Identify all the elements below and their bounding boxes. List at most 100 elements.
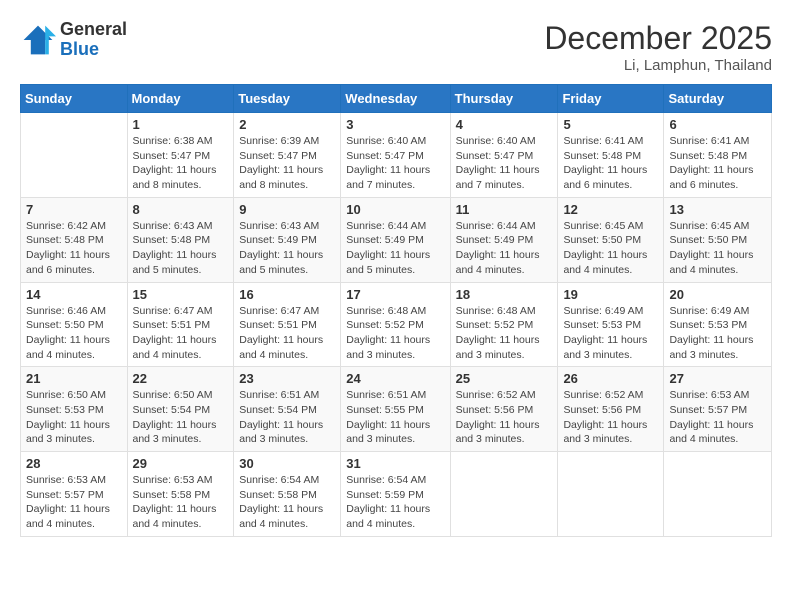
calendar-cell: 3Sunrise: 6:40 AMSunset: 5:47 PMDaylight… [341, 113, 450, 198]
calendar-cell: 24 Sunrise: 6:51 AMSunset: 5:55 PMDayligh… [341, 367, 450, 452]
day-info: Sunrise: 6:53 AMSunset: 5:57 PMDaylight:… [669, 388, 766, 447]
day-number: 17 [346, 287, 444, 302]
calendar-cell [558, 452, 664, 537]
day-number: 21 [26, 371, 122, 386]
day-number: 30 [239, 456, 335, 471]
calendar-cell: 5 Sunrise: 6:41 AMSunset: 5:48 PMDaylight… [558, 113, 664, 198]
day-header-wednesday: Wednesday [341, 85, 450, 113]
calendar-cell [21, 113, 128, 198]
day-number: 14 [26, 287, 122, 302]
day-info: Sunrise: 6:53 AMSunset: 5:57 PMDaylight:… [26, 473, 122, 532]
day-number: 3 [346, 117, 444, 132]
calendar-cell: 22 Sunrise: 6:50 AMSunset: 5:54 PMDayligh… [127, 367, 234, 452]
day-number: 24 [346, 371, 444, 386]
day-number: 7 [26, 202, 122, 217]
calendar-cell: 28Sunrise: 6:53 AMSunset: 5:57 PMDayligh… [21, 452, 128, 537]
day-info: Sunrise: 6:45 AMSunset: 5:50 PMDaylight:… [563, 219, 658, 278]
day-info: Sunrise: 6:52 AMSunset: 5:56 PMDaylight:… [456, 388, 553, 447]
location: Li, Lamphun, Thailand [544, 57, 772, 74]
logo: General Blue [20, 20, 127, 60]
day-number: 11 [456, 202, 553, 217]
calendar-week-5: 28Sunrise: 6:53 AMSunset: 5:57 PMDayligh… [21, 452, 772, 537]
day-info: Sunrise: 6:41 AMSunset: 5:48 PMDaylight:… [563, 134, 658, 193]
day-info: Sunrise: 6:47 AMSunset: 5:51 PMDaylight:… [133, 304, 229, 363]
day-number: 10 [346, 202, 444, 217]
calendar-cell: 30 Sunrise: 6:54 AMSunset: 5:58 PMDayligh… [234, 452, 341, 537]
logo-icon [20, 22, 56, 58]
calendar-cell: 27 Sunrise: 6:53 AMSunset: 5:57 PMDayligh… [664, 367, 772, 452]
calendar-cell: 19 Sunrise: 6:49 AMSunset: 5:53 PMDayligh… [558, 282, 664, 367]
day-number: 15 [133, 287, 229, 302]
day-info: Sunrise: 6:49 AMSunset: 5:53 PMDaylight:… [669, 304, 766, 363]
day-number: 27 [669, 371, 766, 386]
day-info: Sunrise: 6:48 AMSunset: 5:52 PMDaylight:… [456, 304, 553, 363]
day-number: 2 [239, 117, 335, 132]
day-info: Sunrise: 6:41 AMSunset: 5:48 PMDaylight:… [669, 134, 766, 193]
day-info: Sunrise: 6:44 AMSunset: 5:49 PMDaylight:… [456, 219, 553, 278]
calendar-cell: 18 Sunrise: 6:48 AMSunset: 5:52 PMDayligh… [450, 282, 558, 367]
day-number: 13 [669, 202, 766, 217]
day-info: Sunrise: 6:48 AMSunset: 5:52 PMDaylight:… [346, 304, 444, 363]
day-info: Sunrise: 6:39 AMSunset: 5:47 PMDaylight:… [239, 134, 335, 193]
day-info: Sunrise: 6:42 AMSunset: 5:48 PMDaylight:… [26, 219, 122, 278]
calendar-cell: 16 Sunrise: 6:47 AMSunset: 5:51 PMDayligh… [234, 282, 341, 367]
calendar-cell: 26 Sunrise: 6:52 AMSunset: 5:56 PMDayligh… [558, 367, 664, 452]
day-info: Sunrise: 6:49 AMSunset: 5:53 PMDaylight:… [563, 304, 658, 363]
calendar-cell: 25 Sunrise: 6:52 AMSunset: 5:56 PMDayligh… [450, 367, 558, 452]
day-number: 6 [669, 117, 766, 132]
day-info: Sunrise: 6:47 AMSunset: 5:51 PMDaylight:… [239, 304, 335, 363]
day-number: 25 [456, 371, 553, 386]
calendar-header-row: SundayMondayTuesdayWednesdayThursdayFrid… [21, 85, 772, 113]
day-info: Sunrise: 6:46 AMSunset: 5:50 PMDaylight:… [26, 304, 122, 363]
day-number: 29 [133, 456, 229, 471]
day-info: Sunrise: 6:54 AMSunset: 5:58 PMDaylight:… [239, 473, 335, 532]
day-number: 31 [346, 456, 444, 471]
day-info: Sunrise: 6:43 AMSunset: 5:49 PMDaylight:… [239, 219, 335, 278]
calendar-cell: 14 Sunrise: 6:46 AMSunset: 5:50 PMDayligh… [21, 282, 128, 367]
day-number: 18 [456, 287, 553, 302]
calendar-cell [664, 452, 772, 537]
calendar-cell: 11 Sunrise: 6:44 AMSunset: 5:49 PMDayligh… [450, 197, 558, 282]
day-number: 20 [669, 287, 766, 302]
day-header-friday: Friday [558, 85, 664, 113]
day-info: Sunrise: 6:53 AMSunset: 5:58 PMDaylight:… [133, 473, 229, 532]
calendar-cell: 2 Sunrise: 6:39 AMSunset: 5:47 PMDaylight… [234, 113, 341, 198]
day-number: 5 [563, 117, 658, 132]
day-number: 19 [563, 287, 658, 302]
calendar-cell: 6 Sunrise: 6:41 AMSunset: 5:48 PMDaylight… [664, 113, 772, 198]
day-info: Sunrise: 6:51 AMSunset: 5:55 PMDaylight:… [346, 388, 444, 447]
calendar-cell: 23 Sunrise: 6:51 AMSunset: 5:54 PMDayligh… [234, 367, 341, 452]
day-info: Sunrise: 6:43 AMSunset: 5:48 PMDaylight:… [133, 219, 229, 278]
day-info: Sunrise: 6:52 AMSunset: 5:56 PMDaylight:… [563, 388, 658, 447]
calendar-table: SundayMondayTuesdayWednesdayThursdayFrid… [20, 84, 772, 537]
day-header-monday: Monday [127, 85, 234, 113]
day-number: 4 [456, 117, 553, 132]
day-info: Sunrise: 6:38 AMSunset: 5:47 PMDaylight:… [133, 134, 229, 193]
day-number: 26 [563, 371, 658, 386]
day-info: Sunrise: 6:54 AMSunset: 5:59 PMDaylight:… [346, 473, 444, 532]
calendar-cell [450, 452, 558, 537]
day-info: Sunrise: 6:50 AMSunset: 5:53 PMDaylight:… [26, 388, 122, 447]
day-number: 16 [239, 287, 335, 302]
month-year: December 2025 [544, 20, 772, 57]
calendar-week-1: 1Sunrise: 6:38 AMSunset: 5:47 PMDaylight… [21, 113, 772, 198]
day-info: Sunrise: 6:50 AMSunset: 5:54 PMDaylight:… [133, 388, 229, 447]
day-info: Sunrise: 6:40 AMSunset: 5:47 PMDaylight:… [456, 134, 553, 193]
calendar-cell: 7 Sunrise: 6:42 AMSunset: 5:48 PMDaylight… [21, 197, 128, 282]
calendar-cell: 15 Sunrise: 6:47 AMSunset: 5:51 PMDayligh… [127, 282, 234, 367]
calendar-cell: 31 Sunrise: 6:54 AMSunset: 5:59 PMDayligh… [341, 452, 450, 537]
day-number: 22 [133, 371, 229, 386]
calendar-cell: 12Sunrise: 6:45 AMSunset: 5:50 PMDayligh… [558, 197, 664, 282]
day-number: 23 [239, 371, 335, 386]
logo-text: General Blue [60, 20, 127, 60]
calendar-cell: 10Sunrise: 6:44 AMSunset: 5:49 PMDayligh… [341, 197, 450, 282]
day-header-thursday: Thursday [450, 85, 558, 113]
title-block: December 2025 Li, Lamphun, Thailand [544, 20, 772, 74]
calendar-cell: 29 Sunrise: 6:53 AMSunset: 5:58 PMDayligh… [127, 452, 234, 537]
calendar-week-4: 21 Sunrise: 6:50 AMSunset: 5:53 PMDayligh… [21, 367, 772, 452]
day-header-saturday: Saturday [664, 85, 772, 113]
page-header: General Blue December 2025 Li, Lamphun, … [20, 20, 772, 74]
day-info: Sunrise: 6:51 AMSunset: 5:54 PMDaylight:… [239, 388, 335, 447]
day-number: 9 [239, 202, 335, 217]
calendar-cell: 20 Sunrise: 6:49 AMSunset: 5:53 PMDayligh… [664, 282, 772, 367]
